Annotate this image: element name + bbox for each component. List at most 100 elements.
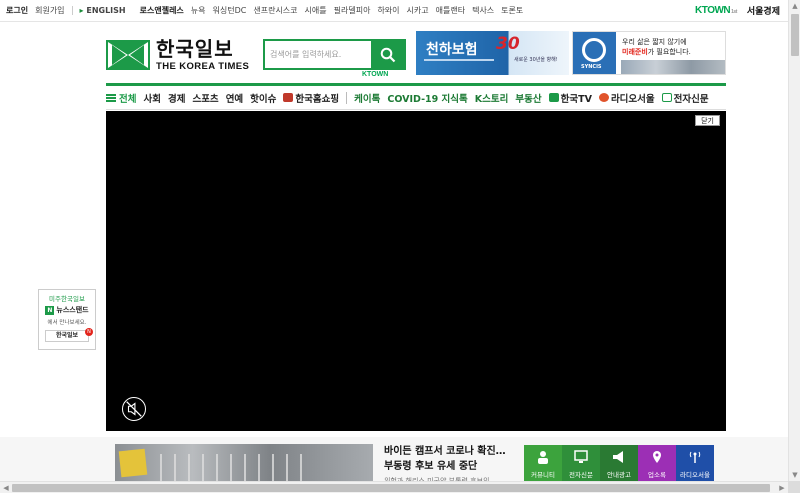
tile-community[interactable]: 커뮤니티 [524, 445, 562, 482]
horizontal-scroll-thumb[interactable] [12, 484, 770, 492]
nav-all-menu[interactable]: 전체 [106, 91, 136, 105]
nav-item-sports[interactable]: 스포츠 [192, 91, 218, 105]
nav-item-ktalk[interactable]: 케이톡 [354, 91, 380, 105]
nav-item-korea-tv[interactable]: 한국TV [549, 91, 592, 105]
ad-banner-syncis[interactable]: SYNCIS 우리 삶은 짧지 않기에 미래준비가 필요합니다. [572, 31, 726, 75]
city-link-sf[interactable]: 샌프란시스코 [253, 5, 297, 16]
tile-business-directory-label: 업소록 [638, 469, 676, 479]
ad2-brand: SYNCIS [581, 64, 602, 70]
english-link[interactable]: ▸ ENGLISH [80, 6, 133, 15]
city-link-seattle[interactable]: 시애틀 [305, 5, 327, 16]
search-icon [380, 47, 396, 63]
thumbnail-sign [119, 449, 148, 478]
city-link-texas[interactable]: 텍사스 [472, 5, 494, 16]
nav-item-entertainment[interactable]: 연예 [226, 91, 243, 105]
tile-radio-seoul-label: 라디오서울 [676, 469, 714, 479]
scroll-down-arrow-icon[interactable]: ▼ [789, 469, 800, 481]
nav-item-realestate[interactable]: 부동산 [515, 91, 541, 105]
signup-link[interactable]: 회원가입 [35, 5, 64, 16]
city-link-dc[interactable]: 워싱턴DC [213, 5, 247, 16]
newsstand-promo[interactable]: 미주한국일보 N뉴스스탠드 에서 만나보세요. 한국일보 N [38, 289, 96, 350]
new-badge: N [85, 328, 93, 336]
scroll-up-arrow-icon[interactable]: ▲ [789, 0, 800, 12]
ad1-number: 30 [496, 34, 520, 54]
thumbnail-fence [160, 454, 310, 481]
ad1-subtitle: 새로운 30년을 향해! [514, 56, 558, 63]
logo-english: THE KOREA TIMES [156, 62, 249, 72]
tile-e-paper-label: 전자신문 [562, 469, 600, 479]
city-link-philadelphia[interactable]: 필라델피아 [334, 5, 371, 16]
login-link[interactable]: 로그인 [6, 5, 28, 16]
nav-korea-tv-label: 한국TV [561, 91, 592, 105]
scroll-left-arrow-icon[interactable]: ◀ [0, 482, 12, 494]
tile-classified[interactable]: 안내광고 [600, 445, 638, 482]
monitor-icon [574, 450, 588, 464]
vertical-scrollbar[interactable]: ▲ ▼ [788, 0, 800, 481]
service-tiles: 커뮤니티 전자신문 안내광고 업소록 라디오서울 [524, 445, 714, 482]
ktown-badge[interactable]: KTOWN [360, 71, 390, 78]
nav-item-radio-seoul[interactable]: 라디오서울 [599, 91, 655, 105]
newsstand-label: 뉴스스탠드 [56, 305, 88, 315]
newsstand-logo: 한국일보 [45, 330, 89, 342]
radio-icon [599, 93, 609, 102]
tile-e-paper[interactable]: 전자신문 [562, 445, 600, 482]
newsstand-title: N뉴스스탠드 [39, 305, 95, 315]
nav-radio-label: 라디오서울 [611, 91, 655, 105]
city-link-toronto[interactable]: 토론토 [501, 5, 523, 16]
ad2-line2: 미래준비가 필요합니다. [622, 47, 691, 57]
city-link-chicago[interactable]: 시카고 [407, 5, 429, 16]
seoul-economy-link[interactable]: 서울경제 [747, 4, 780, 17]
ad2-photo [621, 60, 726, 75]
nav-item-society[interactable]: 사회 [143, 91, 160, 105]
english-label: ENGLISH [86, 6, 125, 15]
nav-item-covid[interactable]: COVID-19 지식톡 [387, 91, 467, 105]
scroll-right-arrow-icon[interactable]: ▶ [776, 482, 788, 494]
antenna-icon [688, 450, 702, 464]
tile-community-label: 커뮤니티 [524, 469, 562, 479]
search-input[interactable] [265, 41, 371, 68]
person-icon [536, 450, 550, 464]
tile-business-directory[interactable]: 업소록 [638, 445, 676, 482]
ad1-divider [424, 59, 494, 61]
tile-radio-seoul[interactable]: 라디오서울 [676, 445, 714, 482]
horizontal-scrollbar[interactable]: ◀ ▶ [0, 481, 788, 493]
nav-e-paper-label: 전자신문 [674, 91, 709, 105]
nav-item-hot-issue[interactable]: 핫이슈 [250, 91, 276, 105]
naver-n-icon: N [45, 306, 54, 315]
ad2-line2-rest: 가 필요합니다. [648, 48, 691, 56]
nav-item-home-shopping[interactable]: 한국홈쇼핑 [283, 91, 339, 105]
nav-item-economy[interactable]: 경제 [168, 91, 185, 105]
video-player[interactable]: 닫기 [106, 111, 726, 431]
ad2-brand-block: SYNCIS [573, 32, 616, 75]
site-logo[interactable]: 한국일보 THE KOREA TIMES [106, 38, 254, 72]
ktown-badge-text: KTOWN [362, 71, 388, 78]
newspaper-icon [662, 93, 672, 102]
map-pin-icon [650, 450, 664, 464]
top-bar: 로그인 회원가입 ▸ ENGLISH 로스앤젤레스 뉴욕 워싱턴DC 샌프란시스… [0, 0, 788, 22]
divider [72, 6, 73, 15]
scrollbar-corner [788, 481, 800, 493]
ad1-title: 천하보험 [426, 39, 478, 59]
city-link-newyork[interactable]: 뉴욕 [191, 5, 206, 16]
tv-icon [549, 93, 559, 102]
main-nav: 전체 사회 경제 스포츠 연예 핫이슈 한국홈쇼핑 케이톡 COVID-19 지… [106, 86, 726, 110]
search-box [263, 39, 406, 70]
news-headline[interactable]: 바이든 캠프서 코로나 확진…부동령 후보 유세 중단 [384, 444, 512, 474]
ad-banner-insurance[interactable]: 천하보험 30 새로운 30년을 향해! [416, 31, 569, 75]
city-link-la[interactable]: 로스앤젤레스 [140, 5, 184, 16]
globe-icon [582, 38, 606, 62]
ktown-logo[interactable]: KTOWN1st [695, 5, 737, 16]
ad2-line1: 우리 삶은 짧지 않기에 [622, 37, 687, 47]
vertical-scroll-thumb[interactable] [791, 14, 799, 56]
nav-all-label: 전체 [119, 91, 136, 105]
nav-item-kstory[interactable]: K스토리 [475, 91, 509, 105]
close-button[interactable]: 닫기 [695, 115, 720, 126]
search-button[interactable] [371, 41, 404, 68]
megaphone-icon [612, 450, 626, 464]
city-link-hawaii[interactable]: 하와이 [377, 5, 399, 16]
hamburger-icon [106, 94, 116, 102]
mute-icon[interactable] [122, 397, 146, 421]
nav-item-e-paper[interactable]: 전자신문 [662, 91, 709, 105]
city-link-atlanta[interactable]: 애틀랜타 [436, 5, 465, 16]
news-thumbnail[interactable] [115, 444, 373, 481]
